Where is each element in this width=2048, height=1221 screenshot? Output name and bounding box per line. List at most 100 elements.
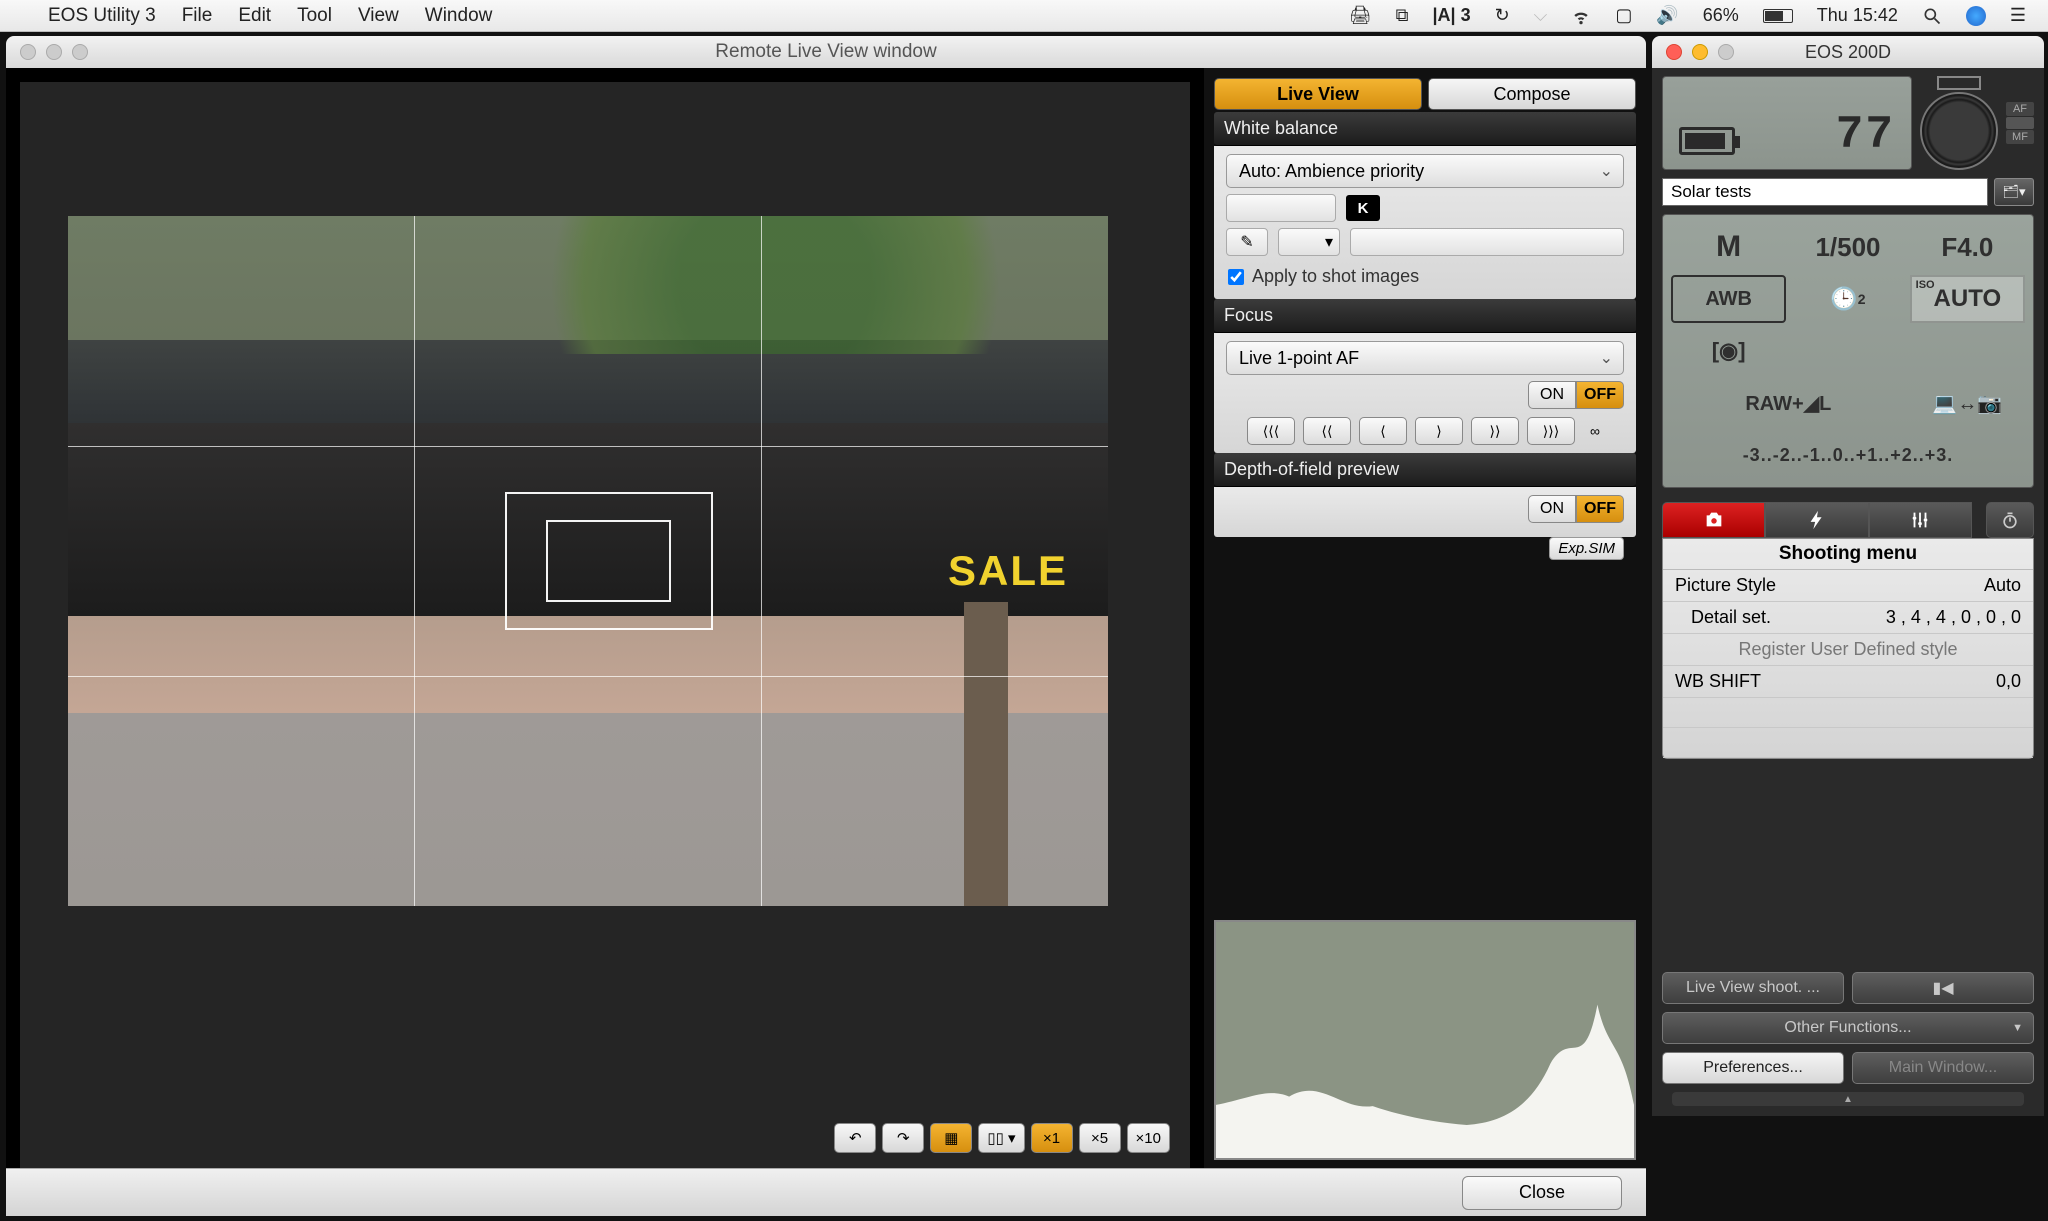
awb-button[interactable]: AWB [1671, 275, 1786, 323]
live-preview-image[interactable]: SALE [68, 216, 1108, 906]
airplay-icon[interactable]: ▢ [1615, 5, 1632, 26]
focus-near-3[interactable]: ⟨⟨⟨ [1247, 417, 1295, 445]
folder-browse-button[interactable]: 🗂▾ [1994, 178, 2034, 206]
focus-far-1[interactable]: ⟩ [1415, 417, 1463, 445]
tree-decoration [964, 602, 1008, 906]
image-quality[interactable]: RAW+◢L [1671, 379, 1906, 427]
save-destination[interactable]: 💻↔📷 [1910, 379, 2025, 427]
picture-style-row[interactable]: Picture Style Auto [1663, 570, 2033, 602]
main-window-button[interactable]: Main Window... [1852, 1052, 2034, 1084]
settings-tab[interactable] [1869, 502, 1972, 538]
zoom-5x-button[interactable]: ×5 [1079, 1123, 1121, 1153]
preferences-button[interactable]: Preferences... [1662, 1052, 1844, 1084]
drive-mode[interactable]: 🕒2 [1790, 275, 1905, 323]
menu-edit[interactable]: Edit [238, 5, 271, 27]
timer-button[interactable] [1986, 502, 2034, 538]
window-titlebar[interactable]: Remote Live View window [6, 36, 1646, 68]
section-white-balance: White balance [1214, 112, 1636, 146]
preview-toolbar: ↶ ↷ ▦ ▯▯ ▾ ×1 ×5 ×10 [20, 1118, 1190, 1158]
shooting-menu-head: Shooting menu [1663, 539, 2033, 570]
spotlight-icon[interactable] [1922, 6, 1942, 26]
exp-sim-badge: Exp.SIM [1549, 537, 1624, 560]
menu-window[interactable]: Window [425, 5, 493, 27]
tab-live-view[interactable]: Live View [1214, 78, 1422, 110]
traffic-lights[interactable] [1666, 44, 1734, 60]
af-mf-switch[interactable] [2006, 117, 2034, 129]
aspect-button[interactable]: ▯▯ ▾ [978, 1123, 1024, 1153]
bluetooth-icon[interactable]: ⌵ [1534, 5, 1548, 26]
close-button[interactable]: Close [1462, 1176, 1622, 1210]
camera-window-title: EOS 200D [1805, 42, 1891, 63]
focus-box-inner[interactable] [546, 520, 671, 603]
grid-line [68, 446, 1108, 447]
shutter-speed[interactable]: 1/500 [1790, 223, 1905, 271]
folder-name-field[interactable]: Solar tests [1662, 178, 1988, 206]
exposure-scale[interactable]: -3..-2..-1..0..+1..+2..+3. [1671, 431, 2025, 479]
zoom-10x-button[interactable]: ×10 [1127, 1123, 1170, 1153]
sale-sign: SALE [948, 547, 1068, 595]
focus-near-2[interactable]: ⟨⟨ [1303, 417, 1351, 445]
live-view-window: Remote Live View window SALE ↶ ↷ ▦ [6, 36, 1646, 1216]
app-name[interactable]: EOS Utility 3 [48, 5, 156, 27]
camera-tab[interactable] [1662, 502, 1765, 538]
shooting-menu: Shooting menu Picture Style Auto Detail … [1662, 538, 2034, 759]
tab-compose[interactable]: Compose [1428, 78, 1636, 110]
wb-shift-row[interactable]: WB SHIFT 0,0 [1663, 666, 2033, 698]
mf-label[interactable]: MF [2006, 130, 2034, 144]
iso-setting[interactable]: ISO AUTO [1910, 275, 2025, 323]
wifi-icon[interactable] [1571, 6, 1591, 26]
traffic-lights[interactable] [20, 44, 88, 60]
siri-icon[interactable] [1966, 6, 1986, 26]
shooting-mode[interactable]: M [1671, 223, 1786, 271]
eyedropper-button[interactable]: ✎ [1226, 228, 1268, 256]
battery-icon [1763, 9, 1793, 23]
grid-line [761, 216, 762, 906]
dof-off-button[interactable]: OFF [1576, 495, 1624, 523]
detail-set-row[interactable]: Detail set. 3 , 4 , 4 , 0 , 0 , 0 [1663, 602, 2033, 634]
timemachine-icon[interactable]: ↻ [1495, 5, 1510, 26]
card-indicator [1937, 76, 1981, 90]
wb-mode-select[interactable]: Auto: Ambience priority [1226, 154, 1624, 188]
other-functions-button[interactable]: Other Functions...▼ [1662, 1012, 2034, 1044]
focus-far-3[interactable]: ⟩⟩⟩ [1527, 417, 1575, 445]
focus-points-button[interactable]: ▦ [930, 1123, 972, 1153]
shutter-dial[interactable] [1920, 92, 1998, 170]
metering-mode[interactable]: [◉] [1671, 327, 1786, 375]
notification-center-icon[interactable]: ☰ [2010, 5, 2026, 26]
collapse-handle[interactable]: ▲ [1672, 1092, 2024, 1106]
menu-tool[interactable]: Tool [297, 5, 332, 27]
wb-custom-field[interactable] [1350, 228, 1624, 256]
kelvin-badge: K [1346, 195, 1380, 221]
battery-percent[interactable]: 66% [1703, 5, 1739, 26]
printer-icon[interactable]: 🖨 [1349, 5, 1372, 26]
volume-icon[interactable]: 🔊 [1656, 5, 1678, 26]
grid-line [414, 216, 415, 906]
clock[interactable]: Thu 15:42 [1817, 5, 1898, 26]
section-focus: Focus [1214, 299, 1636, 333]
live-view-shoot-button[interactable]: Live View shoot. ... [1662, 972, 1844, 1004]
focus-far-2[interactable]: ⟩⟩ [1471, 417, 1519, 445]
rotate-ccw-button[interactable]: ↶ [834, 1123, 876, 1153]
wb-value-field[interactable] [1226, 194, 1336, 222]
rotate-cw-button[interactable]: ↷ [882, 1123, 924, 1153]
focus-near-1[interactable]: ⟨ [1359, 417, 1407, 445]
adobe-icon[interactable]: |A| 3 [1432, 5, 1470, 26]
shots-remaining: 77 [1836, 109, 1895, 161]
register-style-row[interactable]: Register User Defined style [1663, 634, 2033, 666]
dof-on-button[interactable]: ON [1528, 495, 1576, 523]
focus-on-button[interactable]: ON [1528, 381, 1576, 409]
af-label[interactable]: AF [2006, 102, 2034, 116]
zoom-1x-button[interactable]: ×1 [1031, 1123, 1073, 1153]
menu-file[interactable]: File [182, 5, 213, 27]
camera-window-titlebar[interactable]: EOS 200D [1652, 36, 2044, 68]
wb-preset-select[interactable]: ▾ [1278, 228, 1340, 256]
dropbox-icon[interactable]: ⧉ [1396, 5, 1409, 26]
menu-view[interactable]: View [358, 5, 399, 27]
aperture[interactable]: F4.0 [1910, 223, 2025, 271]
histogram [1214, 920, 1636, 1160]
apply-to-shot-checkbox[interactable]: Apply to shot images [1226, 262, 1624, 291]
focus-mode-select[interactable]: Live 1-point AF [1226, 341, 1624, 375]
flash-tab[interactable] [1765, 502, 1868, 538]
focus-off-button[interactable]: OFF [1576, 381, 1624, 409]
video-button[interactable]: ▮◀ [1852, 972, 2034, 1004]
